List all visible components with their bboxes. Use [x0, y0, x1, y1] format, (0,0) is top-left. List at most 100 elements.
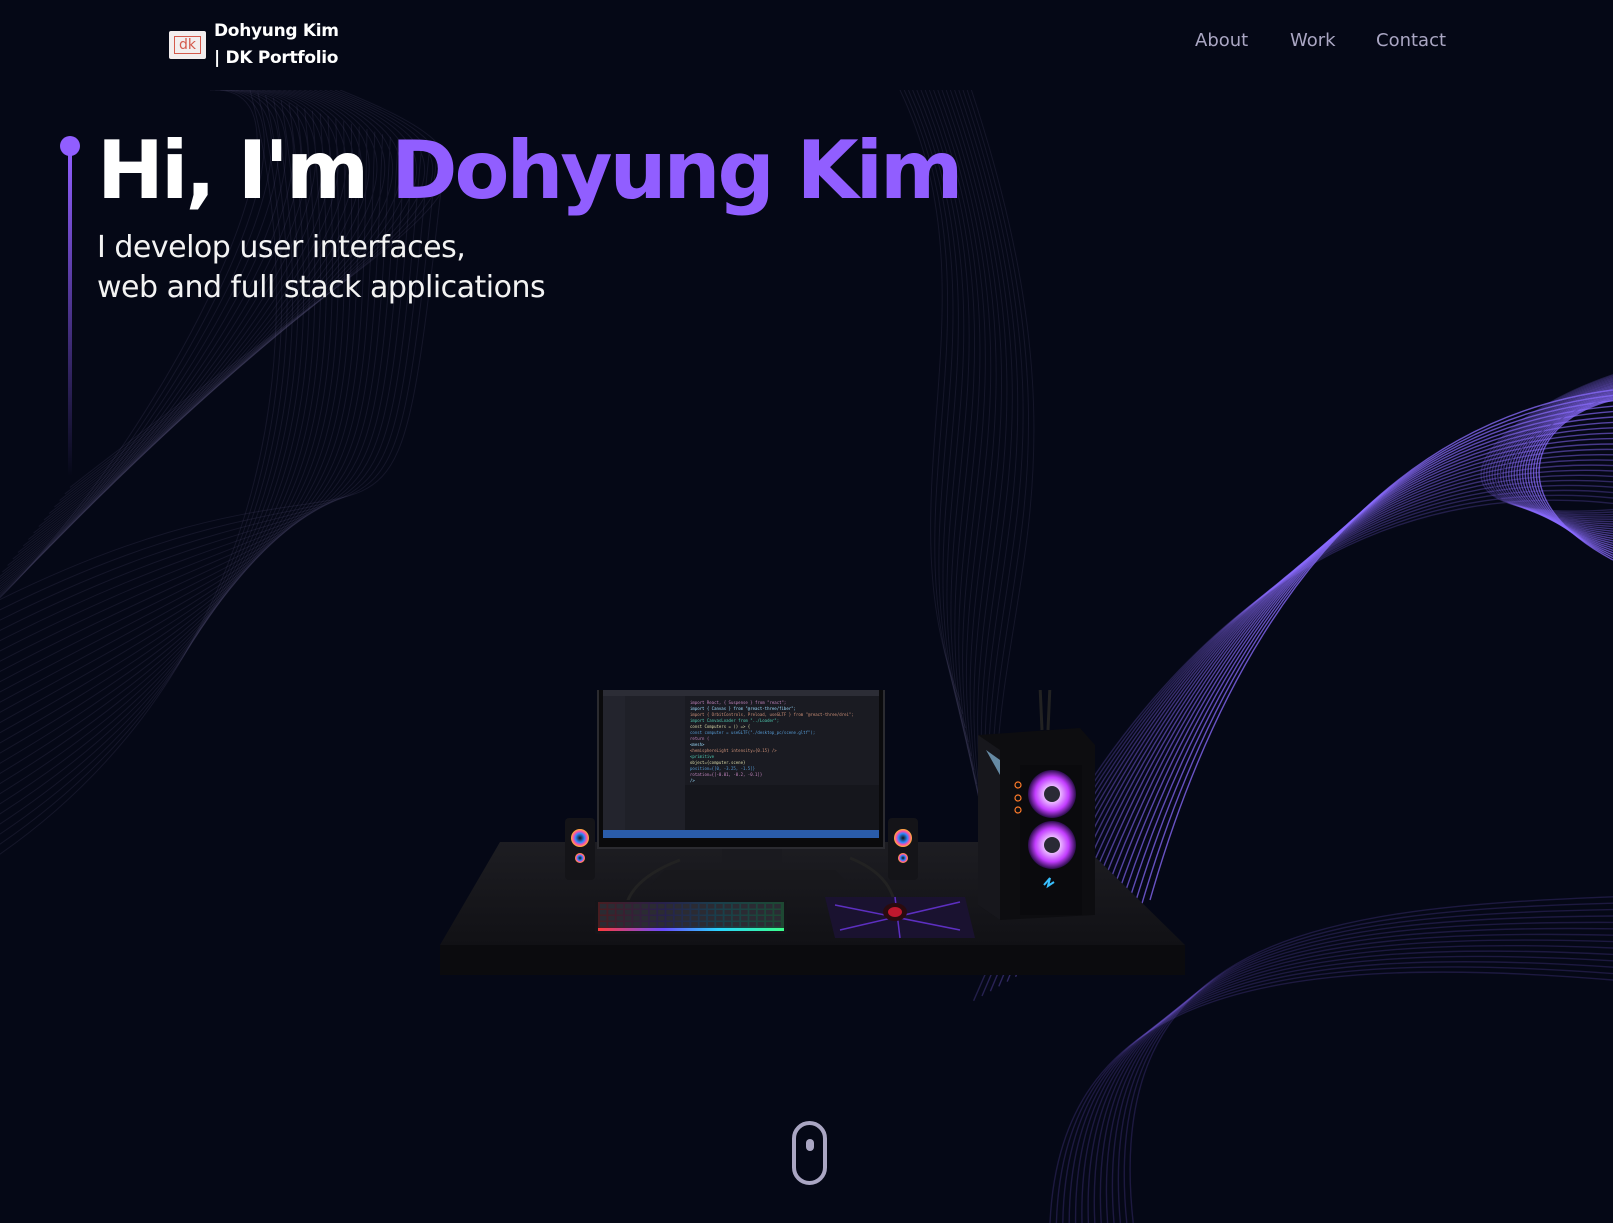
code-line: <hemisphereLight intensity={0.15} />: [690, 748, 777, 753]
hero-subtitle-line-1: I develop user interfaces,: [97, 230, 466, 265]
keyboard-key: [724, 904, 731, 909]
keyboard-key: [608, 916, 615, 921]
keyboard-key: [741, 922, 748, 927]
keyboard-key: [699, 904, 707, 909]
keyboard-key: [774, 904, 781, 909]
keyboard-key: [641, 922, 648, 927]
keyboard-key: [641, 916, 648, 921]
keyboard-key: [766, 916, 773, 921]
nav-about[interactable]: About: [1195, 30, 1248, 51]
keyboard-key: [732, 910, 740, 915]
code-line: position={[0, -3.25, -1.5]}: [690, 766, 755, 771]
code-line: import React, { Suspense } from "react";: [690, 700, 786, 705]
keyboard-key: [757, 922, 765, 927]
keyboard-key: [724, 910, 731, 915]
scroll-down-button[interactable]: [792, 1121, 827, 1185]
keyboard-key: [699, 910, 707, 915]
keyboard-key: [716, 904, 723, 909]
keyboard-key: [616, 910, 624, 915]
keyboard-key: [666, 910, 673, 915]
keyboard-key: [732, 916, 740, 921]
keyboard-key: [691, 910, 698, 915]
mouse-scroll-icon: [806, 1139, 814, 1151]
keyboard-key: [633, 904, 640, 909]
keyboard-key: [666, 922, 673, 927]
keyboard-key: [749, 910, 756, 915]
keyboard-key: [774, 922, 781, 927]
code-line: <mesh>: [690, 742, 705, 747]
keyboard-key: [649, 910, 657, 915]
keyboard-key: [666, 916, 673, 921]
keyboard-key: [633, 922, 640, 927]
desktop-pc-3d-scene[interactable]: import React, { Suspense } from "react";…: [440, 690, 1220, 1020]
keyboard-key: [624, 916, 632, 921]
hero-accent-bar: [60, 136, 80, 476]
keyboard-key: [766, 922, 773, 927]
keyboard-key: [757, 904, 765, 909]
keyboard-key: [600, 916, 607, 921]
code-line: import CanvasLoader from "../Loader";: [690, 718, 779, 723]
keyboard-key: [616, 916, 624, 921]
keyboard-key: [766, 910, 773, 915]
keyboard-key: [749, 916, 756, 921]
speaker-left: [565, 818, 595, 880]
nav-work[interactable]: Work: [1290, 30, 1336, 51]
code-line: rotation={[-0.01, -0.2, -0.1]}: [690, 772, 762, 777]
keyboard-key: [649, 904, 657, 909]
code-line: import { OrbitControls, Preload, useGLTF…: [690, 712, 854, 717]
keyboard-key: [683, 910, 690, 915]
keyboard-key: [608, 904, 615, 909]
keyboard-key: [732, 904, 740, 909]
code-line: const Computers = () => {: [690, 724, 750, 729]
keyboard-key: [624, 910, 632, 915]
keyboard-key: [633, 916, 640, 921]
keyboard-key: [699, 916, 707, 921]
code-line: return (: [690, 736, 709, 741]
nav-contact[interactable]: Contact: [1376, 30, 1446, 51]
keyboard-key: [624, 904, 632, 909]
keyboard-key: [741, 904, 748, 909]
keyboard-key: [600, 910, 607, 915]
keyboard-key: [774, 916, 781, 921]
keyboard-key: [649, 916, 657, 921]
keyboard-key: [707, 922, 715, 927]
navbar: dk Dohyung Kim | DK Portfolio About Work…: [0, 0, 1613, 90]
keyboard-key: [633, 910, 640, 915]
keyboard-key: [683, 922, 690, 927]
code-line: import { Canvas } from "@react-three/fib…: [690, 706, 796, 711]
hero-name: Dohyung Kim: [391, 124, 963, 217]
keyboard-key: [741, 916, 748, 921]
hero-greeting: Hi, I'm: [97, 124, 392, 217]
portfolio-page: dk Dohyung Kim | DK Portfolio About Work…: [0, 0, 1613, 1223]
keyboard-key: [741, 910, 748, 915]
keyboard-key: [707, 916, 715, 921]
keyboard-key: [600, 904, 607, 909]
keyboard-key: [658, 910, 665, 915]
keyboard-key: [724, 916, 731, 921]
keyboard-key: [699, 922, 707, 927]
hero-subtitle: I develop user interfaces, web and full …: [97, 228, 546, 308]
keyboard-key: [732, 922, 740, 927]
keyboard-key: [683, 916, 690, 921]
keyboard-key: [766, 904, 773, 909]
keyboard-key: [674, 904, 682, 909]
keyboard-key: [641, 910, 648, 915]
keyboard-key: [658, 904, 665, 909]
keyboard-key: [691, 916, 698, 921]
keyboard-key: [749, 904, 756, 909]
keyboard-key: [716, 922, 723, 927]
keyboard-key: [608, 922, 615, 927]
keyboard-key: [757, 910, 765, 915]
nav-links: About Work Contact: [0, 30, 1613, 60]
code-line: />: [690, 778, 695, 783]
keyboard-key: [641, 904, 648, 909]
keyboard-key: [757, 916, 765, 921]
keyboard-key: [608, 910, 615, 915]
speaker-right: [888, 818, 918, 880]
keyboard-key: [691, 904, 698, 909]
keyboard-key: [666, 904, 673, 909]
keyboard-key: [774, 910, 781, 915]
code-line: object={computer.scene}: [690, 760, 745, 765]
keyboard-key: [674, 922, 682, 927]
keyboard-key: [707, 910, 715, 915]
